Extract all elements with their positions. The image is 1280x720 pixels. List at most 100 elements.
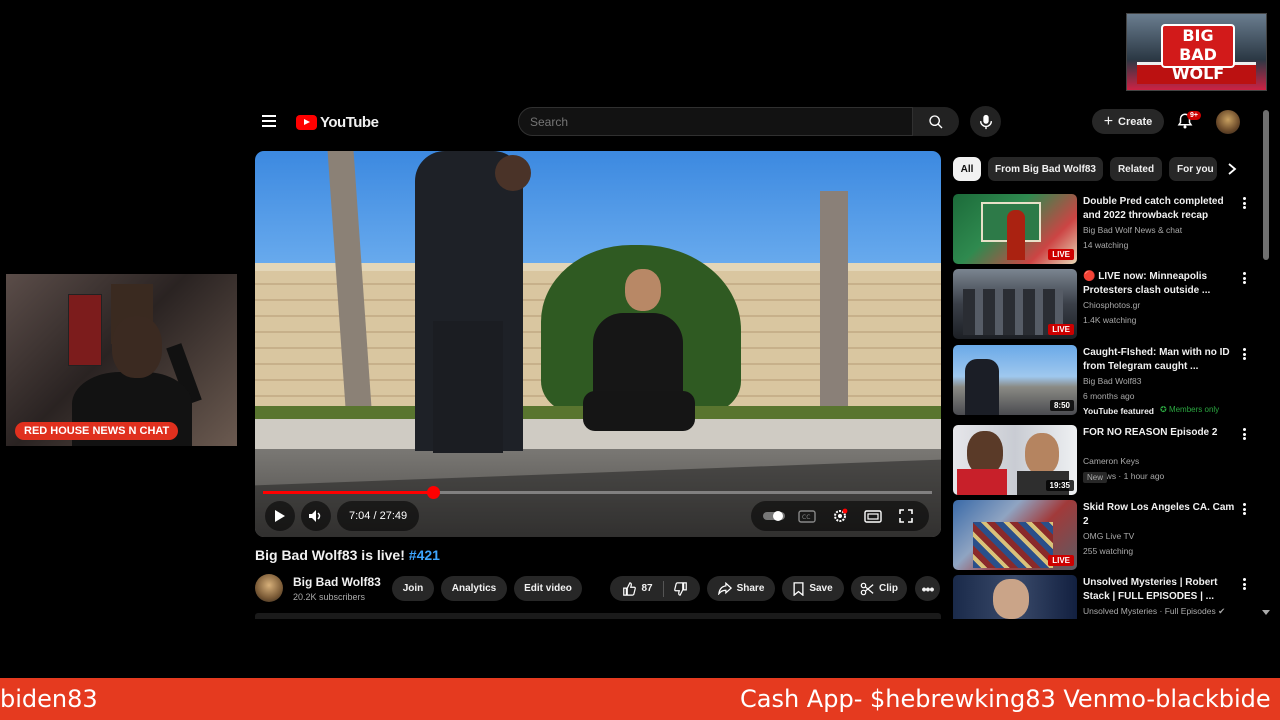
rec-title[interactable]: Skid Row Los Angeles CA. Cam 2 — [1083, 501, 1235, 529]
video-hashtag-link[interactable]: #421 — [409, 547, 440, 563]
members-only-badge: ✪ Members only — [1160, 405, 1219, 414]
progress-bar[interactable] — [263, 486, 932, 499]
channel-avatar[interactable] — [255, 574, 283, 602]
recommendation-item[interactable]: LIVE Skid Row Los Angeles CA. Cam 2 OMG … — [953, 500, 1253, 570]
chip-for-you[interactable]: For you — [1169, 157, 1217, 181]
rec-title[interactable]: Caught-FIshed: Man with no ID from Teleg… — [1083, 346, 1235, 374]
donation-ticker: biden83 Cash App- $hebrewking83 Venmo-bl… — [0, 678, 1280, 720]
thumb-face — [993, 579, 1029, 619]
share-button[interactable]: Share — [707, 576, 775, 601]
create-button[interactable]: + Create — [1092, 109, 1164, 134]
members-only-label: Members only — [1168, 405, 1220, 414]
logo-text: BIG BAD WOLF — [1161, 24, 1235, 83]
rec-meta: 14 watching — [1083, 240, 1129, 250]
chevron-right-icon[interactable] — [1223, 160, 1241, 178]
volume-button[interactable] — [301, 501, 331, 531]
more-vertical-icon[interactable] — [1239, 577, 1249, 591]
rec-meta: 6 months ago — [1083, 391, 1135, 401]
channel-name[interactable]: Big Bad Wolf83 — [293, 575, 381, 589]
verified-icon: ✔ — [1218, 606, 1226, 616]
youtube-logo[interactable]: YouTube — [296, 113, 379, 131]
rec-channel[interactable]: OMG Live TV — [1083, 531, 1238, 541]
scene-seated-man-legs — [583, 391, 695, 431]
more-vertical-icon[interactable] — [1239, 271, 1249, 285]
autoplay-toggle-icon[interactable] — [761, 503, 787, 529]
rec-channel[interactable]: Big Bad Wolf News & chat — [1083, 225, 1238, 235]
rec-title[interactable]: Unsolved Mysteries | Robert Stack | FULL… — [1083, 576, 1235, 604]
chip-all[interactable]: All — [953, 157, 981, 181]
theater-mode-icon[interactable] — [860, 503, 886, 529]
scroll-down-arrow-icon[interactable] — [1262, 610, 1270, 615]
share-label: Share — [736, 583, 765, 594]
right-controls: CC — [751, 501, 929, 531]
scene-tree-right — [820, 191, 848, 421]
clip-label: Clip — [879, 583, 898, 594]
scene-seated-man-head — [625, 269, 661, 311]
rec-title[interactable]: 🔴 LIVE now: Minneapolis Protesters clash… — [1083, 270, 1235, 298]
thumb-officer — [965, 359, 999, 415]
duration-badge: 19:35 — [1045, 480, 1074, 491]
account-avatar[interactable] — [1216, 110, 1240, 134]
more-actions-button[interactable]: ••• — [915, 576, 940, 601]
search-box[interactable] — [518, 107, 913, 136]
video-thumbnail[interactable]: 8:50 — [953, 345, 1077, 415]
fullscreen-icon[interactable] — [893, 503, 919, 529]
progress-fill — [263, 491, 433, 494]
rec-channel[interactable]: Cameron Keys — [1083, 456, 1238, 466]
more-horizontal-icon: ••• — [921, 580, 935, 597]
video-thumbnail[interactable] — [953, 575, 1077, 619]
recommendation-item[interactable]: Unsolved Mysteries | Robert Stack | FULL… — [953, 575, 1253, 619]
video-thumbnail[interactable]: 19:35 — [953, 425, 1077, 495]
search-input[interactable] — [519, 108, 912, 135]
rec-title[interactable]: Double Pred catch completed and 2022 thr… — [1083, 195, 1235, 223]
recommendation-item[interactable]: 8:50 Caught-FIshed: Man with no ID from … — [953, 345, 1253, 416]
progress-scrubber[interactable] — [426, 486, 440, 499]
recommendation-item[interactable]: 19:35 FOR NO REASON Episode 2 Cameron Ke… — [953, 425, 1253, 495]
more-vertical-icon[interactable] — [1239, 347, 1249, 361]
chip-from-channel[interactable]: From Big Bad Wolf83 — [988, 157, 1103, 181]
search-icon — [929, 114, 943, 128]
youtube-play-icon — [296, 114, 317, 130]
save-label: Save — [809, 583, 833, 594]
video-player[interactable]: 7:04 / 27:49 CC — [255, 151, 941, 537]
video-thumbnail[interactable]: LIVE — [953, 500, 1077, 570]
bookmark-icon — [793, 581, 804, 596]
video-thumbnail[interactable]: LIVE — [953, 269, 1077, 339]
volume-icon — [309, 510, 321, 522]
microphone-icon — [979, 114, 992, 129]
rec-channel[interactable]: Unsolved Mysteries · Full Episodes ✔ — [1083, 606, 1238, 617]
menu-icon[interactable] — [262, 115, 276, 127]
recommendation-item[interactable]: LIVE 🔴 LIVE now: Minneapolis Protesters … — [953, 269, 1253, 339]
new-badge: New — [1083, 472, 1108, 483]
cam-label: RED HOUSE NEWS N CHAT — [15, 422, 179, 440]
voice-search-button[interactable] — [970, 106, 1001, 137]
edit-video-button[interactable]: Edit video — [514, 576, 582, 601]
rec-channel[interactable]: Chiosphotos.gr — [1083, 300, 1238, 310]
recommendation-item[interactable]: LIVE Double Pred catch completed and 202… — [953, 194, 1253, 264]
svg-text:CC: CC — [802, 514, 810, 521]
thumbs-up-icon — [623, 581, 637, 596]
sidebar-scrollbar[interactable] — [1263, 110, 1269, 260]
more-vertical-icon[interactable] — [1239, 196, 1249, 210]
like-button[interactable]: 87 — [622, 581, 653, 596]
rec-title[interactable]: FOR NO REASON Episode 2 — [1083, 426, 1235, 440]
play-button[interactable] — [265, 501, 295, 531]
youtube-wordmark: YouTube — [320, 113, 379, 131]
more-vertical-icon[interactable] — [1239, 502, 1249, 516]
rec-channel[interactable]: Big Bad Wolf83 — [1083, 376, 1238, 386]
more-vertical-icon[interactable] — [1239, 427, 1249, 441]
notification-count-badge: 9+ — [1187, 111, 1201, 120]
like-count: 87 — [641, 583, 653, 594]
save-button[interactable]: Save — [782, 576, 844, 601]
captions-icon[interactable]: CC — [794, 503, 820, 529]
settings-gear-icon[interactable] — [827, 503, 853, 529]
join-button[interactable]: Join — [392, 576, 434, 601]
analytics-button[interactable]: Analytics — [441, 576, 507, 601]
search-button[interactable] — [913, 107, 959, 136]
clip-button[interactable]: Clip — [851, 576, 907, 601]
video-thumbnail[interactable]: LIVE — [953, 194, 1077, 264]
youtube-featured-label: YouTube featured — [1083, 406, 1154, 416]
like-dislike-group: 87 — [610, 576, 700, 601]
chip-related[interactable]: Related — [1110, 157, 1162, 181]
dislike-button[interactable] — [673, 581, 688, 596]
